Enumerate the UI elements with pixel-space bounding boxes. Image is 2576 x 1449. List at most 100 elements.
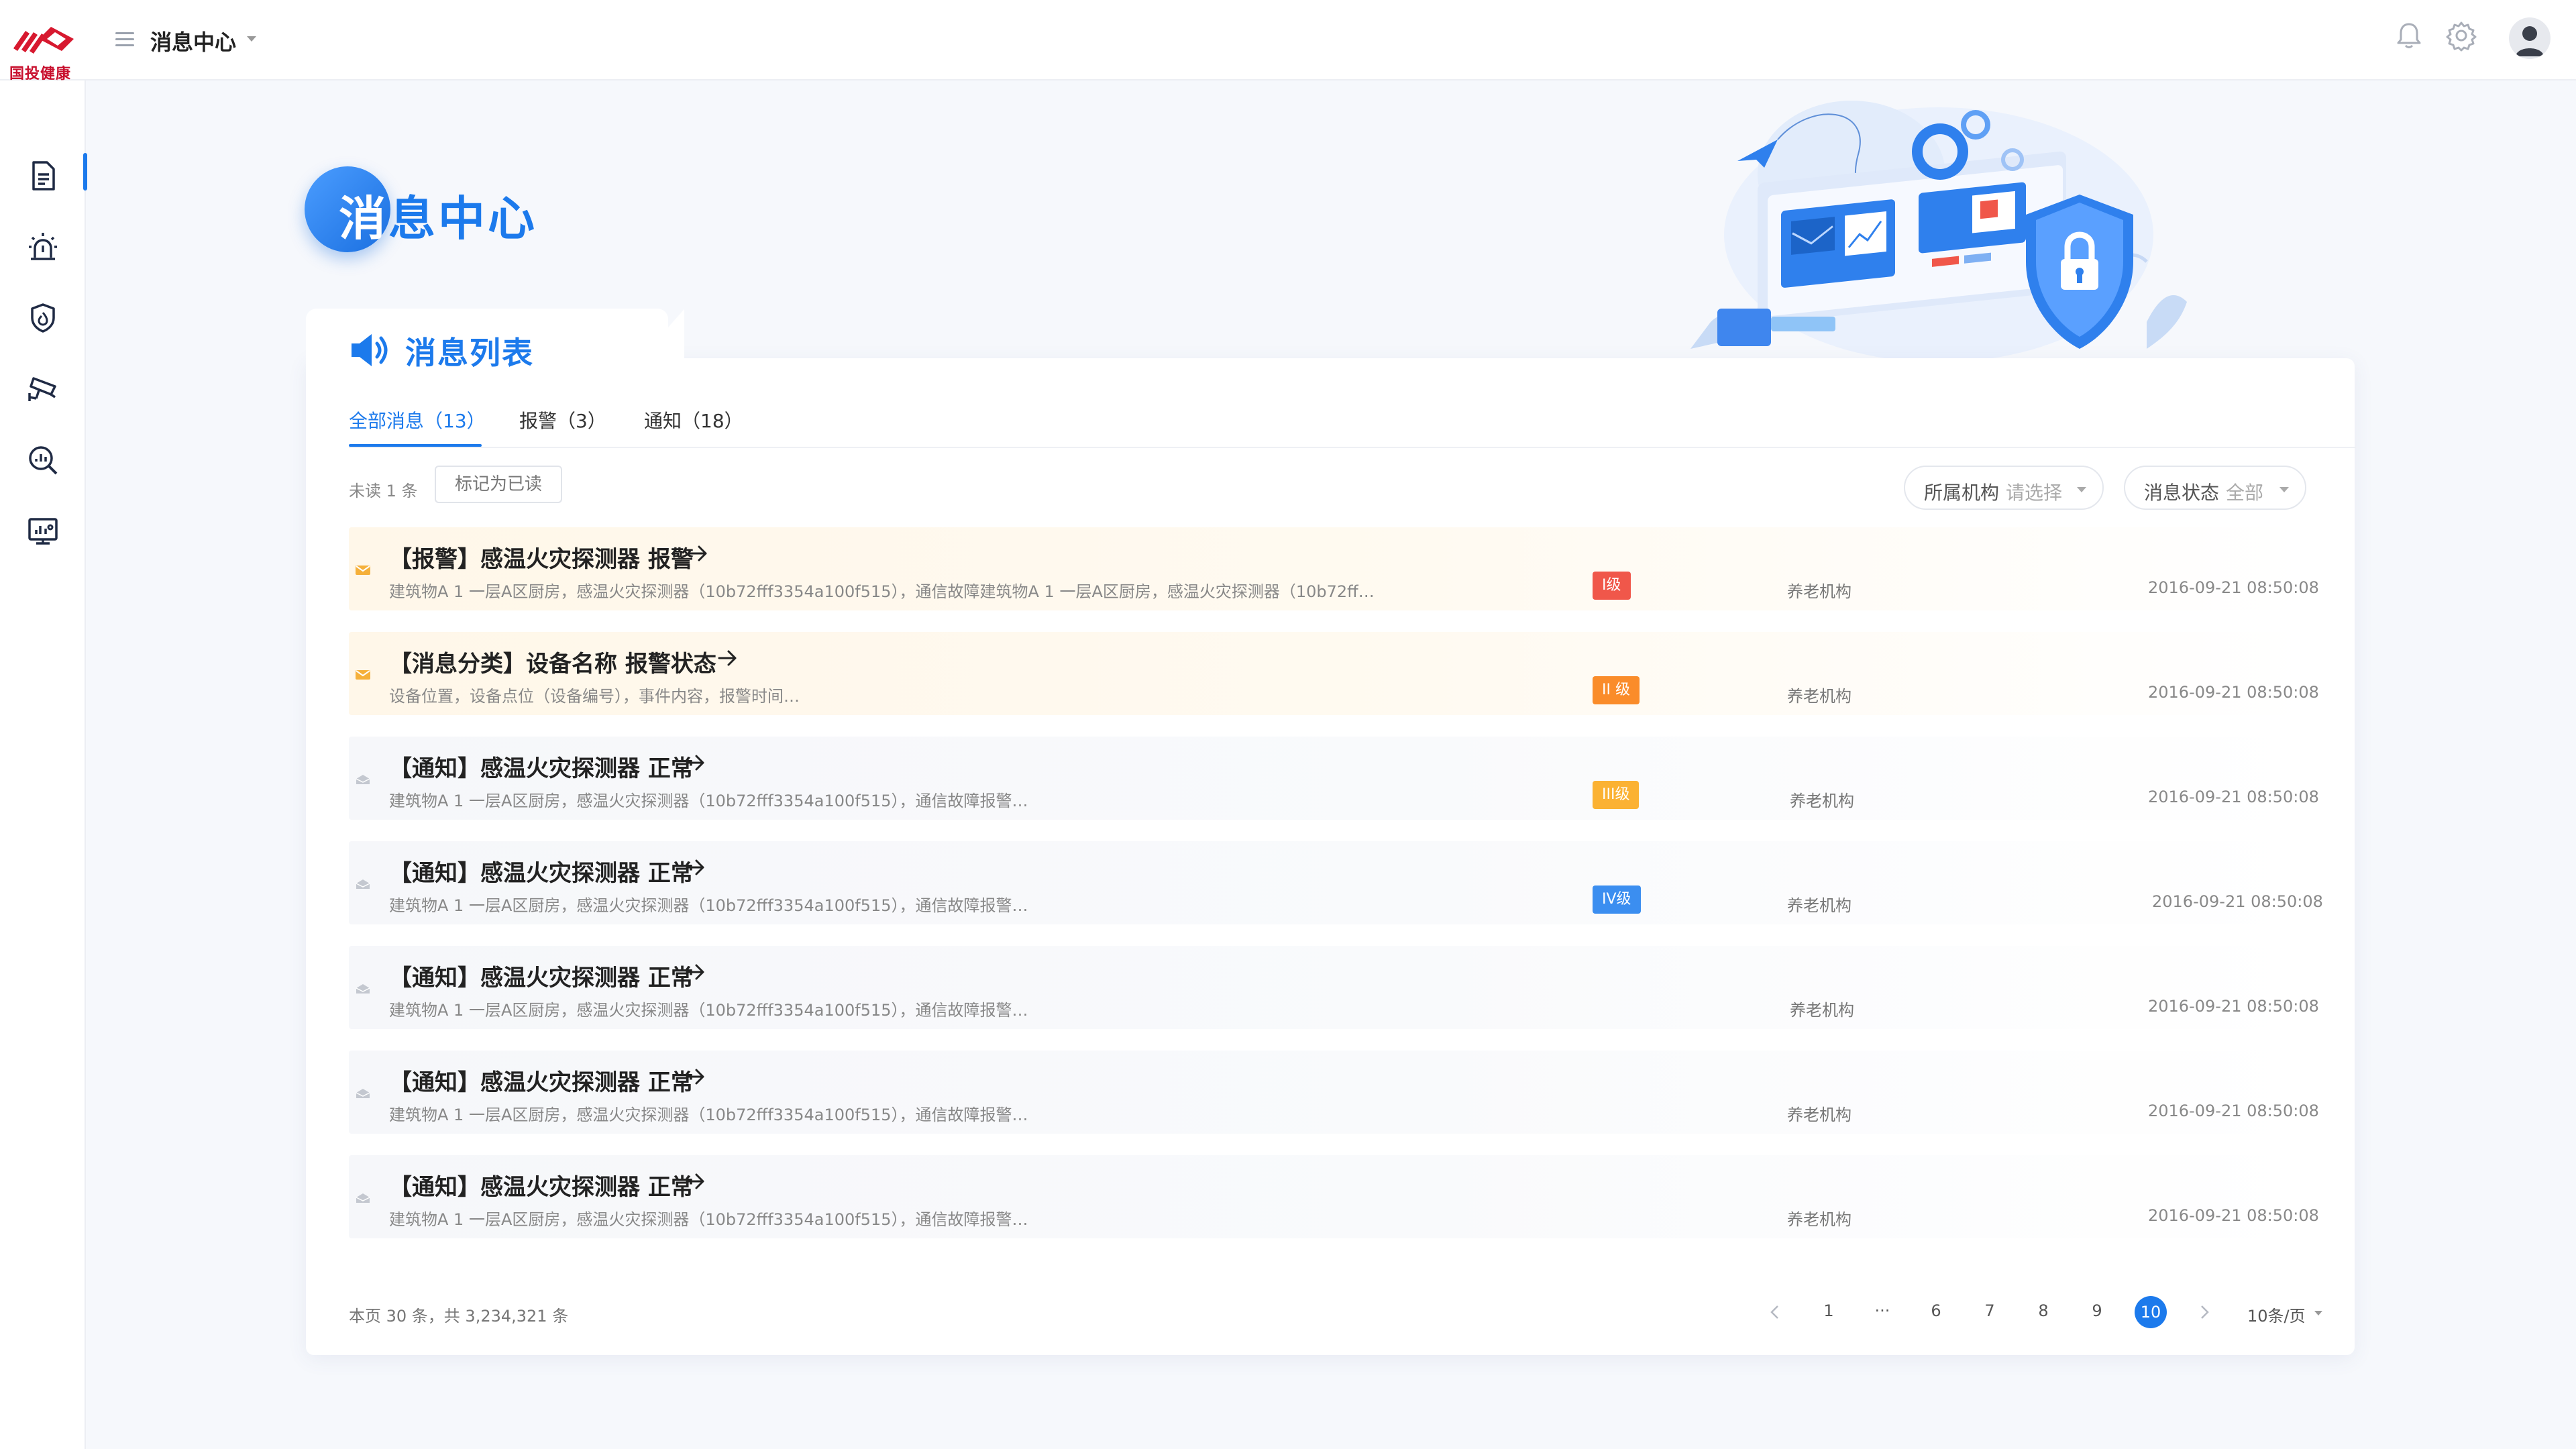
- page-8[interactable]: 8: [2030, 1301, 2057, 1320]
- page-6[interactable]: 6: [1923, 1301, 1949, 1320]
- page-title-first-char: 消: [339, 191, 388, 246]
- message-row[interactable]: 【通知】感温火灾探测器 正常建筑物A 1 一层A区厨房，感温火灾探测器（10b7…: [349, 1155, 2319, 1238]
- message-timestamp: 2016-09-21 08:50:08: [2148, 997, 2319, 1016]
- message-row[interactable]: 【通知】感温火灾探测器 正常 建筑物A 1 一层A区厨房，感温火灾探测器（10b7…: [349, 737, 2319, 820]
- message-title[interactable]: 【通知】感温火灾探测器 正常: [389, 750, 694, 783]
- message-description: 建筑物A 1 一层A区厨房，感温火灾探测器（10b72fff3354a100f5…: [389, 1106, 1028, 1124]
- card-header-tab-slope: [631, 309, 684, 369]
- message-description: 建筑物A 1 一层A区厨房，感温火灾探测器（10b72fff3354a100f5…: [389, 896, 1028, 915]
- sidebar-item-fire-safety[interactable]: [0, 284, 86, 349]
- chevron-down-icon: [2279, 487, 2289, 492]
- message-description: 建筑物A 1 一层A区厨房，感温火灾探测器（10b72fff3354a100f5…: [389, 1001, 1028, 1020]
- menu-toggle-icon[interactable]: [115, 32, 134, 47]
- brand-logo[interactable]: 国投健康: [9, 21, 76, 83]
- message-row[interactable]: 【通知】感温火灾探测器 正常建筑物A 1 一层A区厨房，感温火灾探测器（10b7…: [349, 1051, 2319, 1134]
- breadcrumb-title[interactable]: 消息中心: [150, 25, 236, 56]
- sidebar: [0, 80, 87, 1449]
- page-10-current[interactable]: 10: [2135, 1296, 2167, 1328]
- brand-logo-icon: [13, 27, 74, 54]
- chevron-down-icon: [2077, 487, 2086, 492]
- arrow-right-icon[interactable]: [716, 648, 739, 668]
- message-timestamp: 2016-09-21 08:50:08: [2152, 892, 2323, 911]
- envelope-unread-icon: [356, 566, 370, 575]
- message-row[interactable]: 【消息分类】设备名称 报警状态设备位置，设备点位（设备编号），事件内容，报警时间…: [349, 632, 2319, 715]
- prev-page-icon[interactable]: [1768, 1304, 1782, 1320]
- org-filter-select[interactable]: 所属机构 请选择: [1904, 466, 2104, 510]
- sidebar-item-analytics-search[interactable]: [0, 427, 86, 491]
- message-timestamp: 2016-09-21 08:50:08: [2148, 578, 2319, 597]
- arrow-right-icon[interactable]: [684, 962, 707, 982]
- gear-icon[interactable]: [2445, 19, 2478, 52]
- sidebar-item-messages[interactable]: [0, 142, 87, 207]
- status-filter-value: 全部: [2226, 482, 2264, 504]
- envelope-read-icon: [356, 1089, 370, 1098]
- arrow-right-icon[interactable]: [684, 857, 707, 877]
- message-title[interactable]: 【报警】感温火灾探测器 报警: [389, 541, 694, 574]
- message-description: 设备位置，设备点位（设备编号），事件内容，报警时间…: [389, 687, 800, 706]
- level-badge: II 级: [1593, 676, 1640, 704]
- page-7[interactable]: 7: [1976, 1301, 2003, 1320]
- tab-alarms[interactable]: 报警（3）: [519, 407, 606, 433]
- envelope-read-icon: [356, 984, 370, 994]
- message-timestamp: 2016-09-21 08:50:08: [2148, 1206, 2319, 1225]
- tab-all-messages[interactable]: 全部消息（13）: [349, 407, 486, 433]
- page-summary: 本页 30 条，共 3,234,321 条: [349, 1307, 569, 1326]
- message-org: 养老机构: [1790, 1001, 1854, 1020]
- mark-as-read-button[interactable]: 标记为已读: [435, 466, 562, 503]
- message-description: 建筑物A 1 一层A区厨房，感温火灾探测器（10b72fff3354a100f5…: [389, 1210, 1028, 1229]
- chevron-down-icon[interactable]: [247, 36, 256, 42]
- chevron-down-icon[interactable]: [2314, 1311, 2322, 1316]
- user-icon: [2516, 26, 2544, 56]
- envelope-read-icon: [356, 1193, 370, 1203]
- sidebar-item-monitoring[interactable]: [0, 356, 86, 420]
- message-description: 建筑物A 1 一层A区厨房，感温火灾探测器（10b72fff3354a100f5…: [389, 582, 1375, 601]
- search-chart-icon: [29, 446, 58, 475]
- unread-count: 未读 1 条: [349, 482, 418, 500]
- message-timestamp: 2016-09-21 08:50:08: [2148, 788, 2319, 806]
- monitor-chart-icon: [28, 518, 58, 545]
- level-badge: I级: [1593, 572, 1631, 600]
- message-org: 养老机构: [1787, 687, 1851, 706]
- page-title: 消息中心: [339, 181, 537, 249]
- envelope-unread-icon: [356, 670, 370, 680]
- message-timestamp: 2016-09-21 08:50:08: [2148, 1102, 2319, 1120]
- message-title[interactable]: 【通知】感温火灾探测器 正常: [389, 959, 694, 992]
- alarm-light-icon: [29, 233, 57, 260]
- fire-shield-icon: [31, 303, 55, 333]
- message-row[interactable]: 【通知】感温火灾探测器 正常建筑物A 1 一层A区厨房，感温火灾探测器（10b7…: [349, 841, 2323, 924]
- envelope-read-icon: [356, 775, 370, 784]
- status-filter-label: 消息状态: [2144, 482, 2220, 504]
- page-1[interactable]: 1: [1815, 1301, 1842, 1320]
- message-title[interactable]: 【消息分类】设备名称 报警状态: [389, 645, 716, 678]
- arrow-right-icon[interactable]: [684, 1067, 707, 1087]
- page-title-rest: 息中心: [388, 191, 537, 246]
- tab-notices[interactable]: 通知（18）: [644, 407, 743, 433]
- message-org: 养老机构: [1787, 1106, 1851, 1124]
- arrow-right-icon[interactable]: [687, 543, 710, 564]
- message-title[interactable]: 【通知】感温火灾探测器 正常: [389, 855, 694, 888]
- arrow-right-icon[interactable]: [684, 753, 707, 773]
- message-timestamp: 2016-09-21 08:50:08: [2148, 683, 2319, 702]
- status-filter-select[interactable]: 消息状态 全部: [2124, 466, 2306, 510]
- message-row[interactable]: 【报警】感温火灾探测器 报警建筑物A 1 一层A区厨房，感温火灾探测器（10b7…: [349, 527, 2319, 610]
- message-list-title: 消息列表: [405, 335, 534, 371]
- page-size-select[interactable]: 10条/页: [2247, 1303, 2306, 1326]
- page-9[interactable]: 9: [2084, 1301, 2110, 1320]
- envelope-read-icon: [356, 879, 370, 889]
- message-title[interactable]: 【通知】感温火灾探测器 正常: [389, 1169, 694, 1201]
- speaker-icon: [352, 334, 388, 366]
- sidebar-item-dashboard[interactable]: [0, 498, 86, 562]
- document-icon: [32, 161, 55, 191]
- message-org: 养老机构: [1787, 896, 1851, 915]
- page-ellipsis[interactable]: ···: [1869, 1301, 1896, 1320]
- message-row[interactable]: 【通知】感温火灾探测器 正常建筑物A 1 一层A区厨房，感温火灾探测器（10b7…: [349, 946, 2319, 1029]
- bell-icon[interactable]: [2392, 19, 2426, 52]
- user-avatar[interactable]: [2509, 17, 2551, 59]
- next-page-icon[interactable]: [2198, 1304, 2211, 1320]
- security-illustration: [1690, 101, 2187, 362]
- active-tab-indicator: [349, 444, 482, 447]
- arrow-right-icon[interactable]: [684, 1171, 707, 1191]
- message-title[interactable]: 【通知】感温火灾探测器 正常: [389, 1064, 694, 1097]
- sidebar-item-alarm[interactable]: [0, 213, 86, 278]
- level-badge: IV级: [1593, 885, 1641, 914]
